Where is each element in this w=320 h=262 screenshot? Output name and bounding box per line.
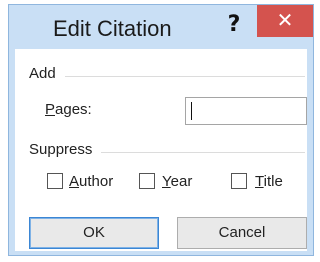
title-rest: itle — [263, 173, 283, 190]
close-button[interactable]: ✕ — [257, 5, 313, 37]
edit-citation-dialog: Edit Citation ? ✕ Add Pages: Suppress Au… — [8, 4, 314, 256]
pages-label-rest: ages: — [55, 101, 92, 118]
title-accel: T — [255, 173, 264, 190]
title-checkbox-label[interactable]: Title — [255, 173, 283, 191]
author-checkbox[interactable] — [47, 173, 63, 189]
pages-label: Pages: — [45, 101, 92, 119]
add-section-label: Add — [29, 65, 56, 82]
year-rest: ear — [170, 173, 193, 190]
year-checkbox-label[interactable]: Year — [162, 173, 192, 191]
dialog-content: Add Pages: Suppress Author Year Title OK… — [15, 49, 307, 251]
close-icon: ✕ — [276, 8, 294, 32]
author-checkbox-label[interactable]: Author — [69, 173, 113, 191]
suppress-divider — [101, 152, 305, 153]
text-caret — [191, 102, 192, 120]
suppress-section-label: Suppress — [29, 141, 93, 158]
pages-input[interactable] — [185, 97, 307, 125]
author-accel: A — [69, 173, 80, 190]
title-checkbox[interactable] — [231, 173, 247, 189]
title-bar: Edit Citation ? ✕ — [9, 5, 313, 49]
author-rest: uthor — [79, 173, 114, 190]
dialog-title: Edit Citation — [53, 16, 172, 41]
cancel-button[interactable]: Cancel — [177, 217, 307, 249]
add-divider — [65, 76, 305, 77]
ok-button[interactable]: OK — [29, 217, 159, 249]
year-accel: Y — [162, 173, 171, 190]
help-button[interactable]: ? — [219, 11, 249, 39]
pages-label-accel: P — [45, 101, 56, 118]
year-checkbox[interactable] — [139, 173, 155, 189]
